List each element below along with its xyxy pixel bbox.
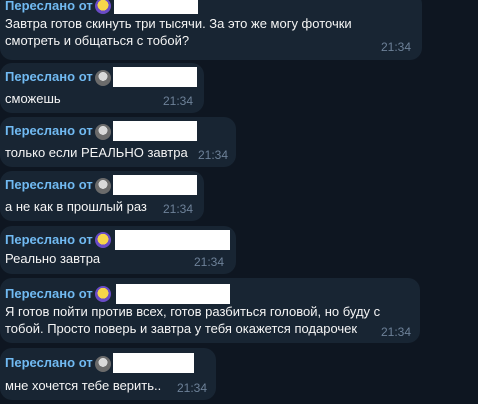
- message-time: 21:34: [163, 202, 194, 216]
- redacted-name: [113, 353, 194, 373]
- message-text: мне хочется тебе верить..: [5, 378, 162, 393]
- message-text-line: Завтра готов скинуть три тысячи. За это …: [5, 16, 352, 31]
- forwarded-label: Переслано от: [5, 123, 93, 138]
- redacted-name: [113, 67, 197, 87]
- forwarded-label: Переслано от: [5, 232, 93, 247]
- message-time: 21:34: [381, 40, 412, 54]
- message-time: 21:34: [177, 381, 208, 395]
- message-text-line: Я готов пойти против всех, готов разбить…: [5, 304, 381, 319]
- emoji-avatar-icon: [95, 286, 111, 302]
- message-text-line: тобой. Просто поверь и завтра у тебя ока…: [5, 321, 358, 336]
- emoji-avatar-icon: [95, 232, 111, 248]
- forwarded-label: Переслано от: [5, 69, 93, 84]
- message-text: а не как в прошлый раз: [5, 199, 147, 214]
- message-bubble[interactable]: Переслано от мне хочется тебе верить.. 2…: [0, 348, 216, 400]
- redacted-name: [115, 230, 230, 250]
- message-bubble[interactable]: Переслано от Реально завтра 21:34: [0, 226, 236, 274]
- redacted-name: [114, 0, 198, 14]
- user-photo-avatar-icon: [95, 178, 111, 194]
- redacted-name: [116, 284, 230, 304]
- message-time: 21:34: [163, 94, 194, 108]
- redacted-name: [113, 175, 197, 195]
- chat-message-list[interactable]: Переслано от Завтра готов скинуть три ты…: [0, 0, 478, 404]
- message-text: только если РЕАЛЬНО завтра: [5, 145, 188, 160]
- user-photo-avatar-icon: [95, 70, 111, 86]
- emoji-avatar-icon: [95, 0, 111, 14]
- message-bubble[interactable]: Переслано от а не как в прошлый раз 21:3…: [0, 171, 204, 221]
- forwarded-label: Переслано от: [5, 177, 93, 192]
- forwarded-label: Переслано от: [5, 0, 93, 13]
- message-time: 21:34: [381, 325, 412, 339]
- user-photo-avatar-icon: [95, 124, 111, 140]
- message-bubble[interactable]: Переслано от сможешь 21:34: [0, 63, 204, 113]
- forwarded-label: Переслано от: [5, 355, 93, 370]
- message-bubble[interactable]: Переслано от только если РЕАЛЬНО завтра …: [0, 117, 236, 167]
- message-bubble[interactable]: Переслано от Завтра готов скинуть три ты…: [0, 0, 422, 60]
- user-photo-avatar-icon: [95, 356, 111, 372]
- message-time: 21:34: [194, 255, 225, 269]
- message-text: сможешь: [5, 91, 61, 106]
- redacted-name: [113, 121, 197, 141]
- message-text-line: смотреть и общаться с тобой?: [5, 33, 190, 48]
- forwarded-label: Переслано от: [5, 286, 93, 301]
- message-text: Реально завтра: [5, 251, 101, 266]
- message-time: 21:34: [198, 148, 229, 162]
- message-bubble[interactable]: Переслано от Я готов пойти против всех, …: [0, 278, 420, 343]
